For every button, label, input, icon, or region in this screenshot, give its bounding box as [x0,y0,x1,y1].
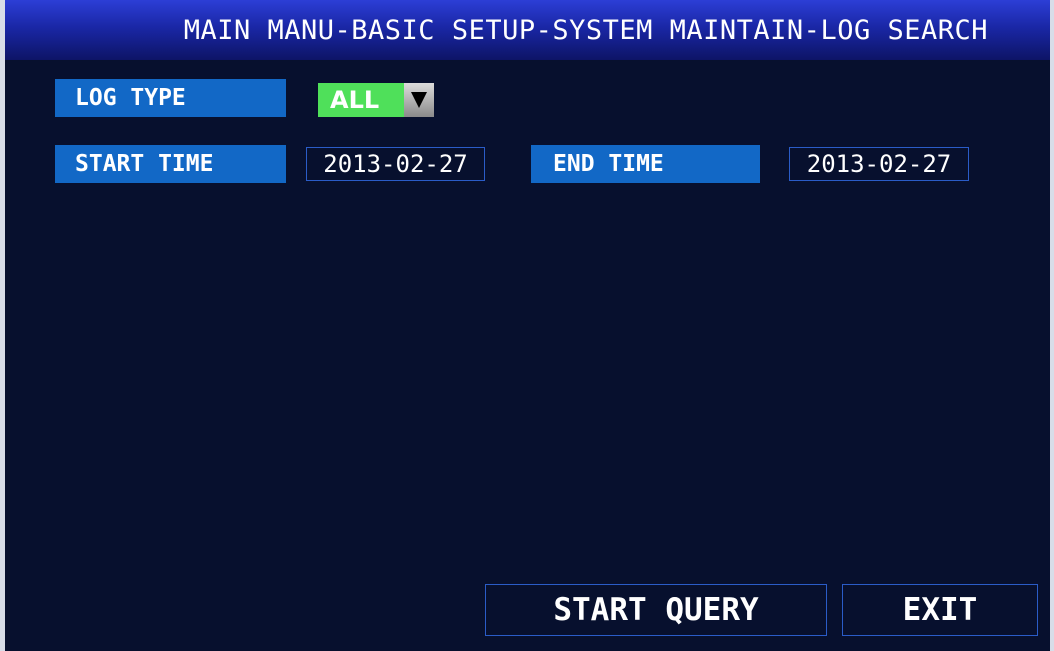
end-time-field[interactable]: 2013-02-27 [789,147,969,181]
start-time-field[interactable]: 2013-02-27 [306,147,485,181]
triangle-down-icon[interactable] [404,83,434,117]
start-time-label: START TIME [55,145,286,183]
log-type-dropdown[interactable]: ALL [318,83,434,117]
end-time-label: END TIME [531,145,760,183]
start-query-button[interactable]: START QUERY [485,584,827,636]
exit-button[interactable]: EXIT [842,584,1038,636]
log-type-value[interactable]: ALL [318,83,404,117]
log-search-screen: MAIN MANU-BASIC SETUP-SYSTEM MAINTAIN-LO… [0,0,1054,651]
title-bar: MAIN MANU-BASIC SETUP-SYSTEM MAINTAIN-LO… [5,0,1050,60]
log-type-label: LOG TYPE [55,79,286,117]
page-title: MAIN MANU-BASIC SETUP-SYSTEM MAINTAIN-LO… [183,14,988,46]
